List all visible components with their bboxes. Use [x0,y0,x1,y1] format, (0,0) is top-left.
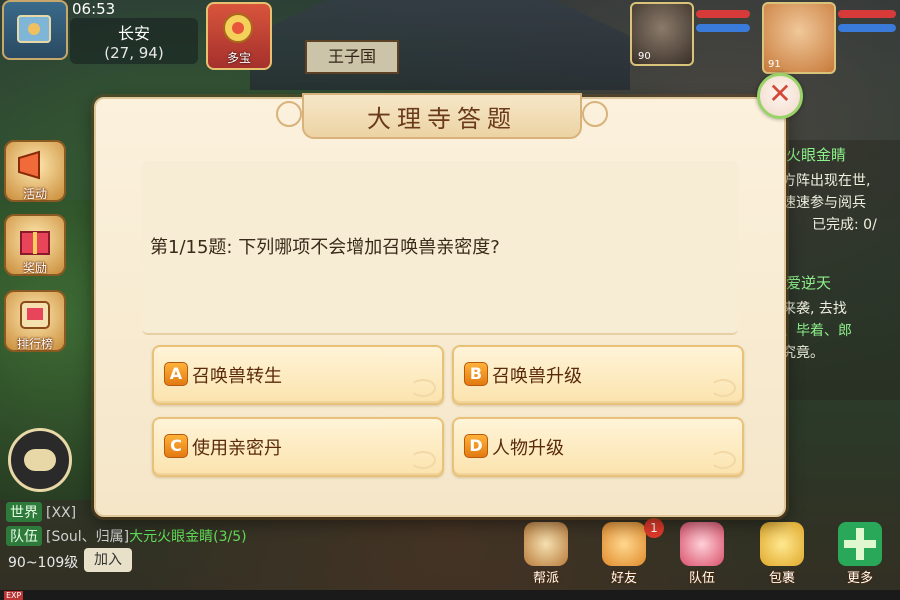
task2-title: 爱逆天 [786,274,832,292]
guild-icon [524,522,568,566]
pet-level: 90 [638,51,651,62]
task1-title: 火眼金睛 [786,146,847,164]
pet-mp-bar [696,24,750,32]
exp-label: EXP [4,591,24,600]
friends-icon [602,522,646,566]
reward-button[interactable]: 奖励 [4,214,66,276]
close-icon: ✕ [768,77,792,110]
task1-line2: 速速参与阅兵 [782,195,866,211]
exp-bar: EXP [0,590,900,600]
ranking-label: 排行榜 [16,337,53,351]
question-text: 第1/15题: 下列哪项不会增加召唤兽亲密度? [150,237,500,258]
option-a-button[interactable]: A 召唤兽转生 [152,345,444,405]
more-label: 更多 [846,571,873,586]
treasure-icon [223,13,253,43]
activity-label: 活动 [22,187,47,201]
title-ribbon: 大理寺答题 [276,93,608,139]
option-d-button[interactable]: D 人物升级 [452,417,744,477]
close-button[interactable]: ✕ [757,73,803,119]
task1-line3: 已完成: 0/ [812,217,877,233]
inventory-button[interactable]: 包裹 [752,522,812,586]
option-b-text: 召唤兽升级 [492,366,582,387]
level-range: 90~109级 [8,555,79,571]
team-icon [680,522,724,566]
swirl-decoration-icon [410,379,436,397]
pet-hp-bar [696,10,750,18]
world-map-button[interactable] [2,0,68,60]
team-message: [Soul、归属] [46,529,130,545]
swirl-decoration-icon [410,451,436,469]
option-b-button[interactable]: B 召唤兽升级 [452,345,744,405]
option-d-letter-icon: D [464,434,488,458]
task2-line2: 、毕着、郎 [782,323,852,339]
join-button[interactable]: 加入 [84,548,132,572]
gift-icon [20,231,50,255]
game-clock: 06:53 [72,0,116,18]
ranking-button[interactable]: 排行榜 [4,290,66,352]
location-panel[interactable]: 长安 (27, 94) [70,18,198,64]
task1-line1: 方阵出现在世, [782,173,871,189]
bag-icon [760,522,804,566]
team-button[interactable]: 队伍 [672,522,732,586]
question-panel: 第1/15题: 下列哪项不会增加召唤兽亲密度? [142,161,738,335]
option-c-button[interactable]: C 使用亲密丹 [152,417,444,477]
treasure-label: 多宝 [226,51,251,65]
hero-mp-bar [838,24,896,32]
more-button[interactable]: 更多 [830,522,890,586]
chat-line-world[interactable]: 世界 [XX] [6,502,76,522]
friends-notification-badge: 1 [644,518,664,538]
ranking-scroll-icon [20,301,50,329]
activity-button[interactable]: 活动 [4,140,66,202]
swirl-decoration-icon [710,451,736,469]
inventory-label: 包裹 [768,571,795,586]
chat-icon [24,449,56,471]
option-a-letter-icon: A [164,362,188,386]
option-a-text: 召唤兽转生 [192,366,282,387]
quiz-dialog: 大理寺答题 第1/15题: 下列哪项不会增加召唤兽亲密度? A 召唤兽转生 B … [94,93,786,517]
chat-button[interactable] [8,428,72,492]
task2-line1: 来袭, 去找 [782,301,847,317]
city-name: 长安 [117,24,150,43]
hero-level: 91 [768,59,781,70]
task-tracker-panel[interactable]: 火眼金睛 方阵出现在世, 速速参与阅兵 已完成: 0/ 爱逆天 来袭, 去找 、… [780,140,900,400]
map-icon [17,15,51,43]
option-b-letter-icon: B [464,362,488,386]
option-d-text: 人物升级 [492,438,564,459]
task2-line3: 究竟。 [782,345,824,361]
city-coordinates: (27, 94) [104,44,164,62]
pet-portrait[interactable]: 90 [630,2,694,66]
reward-label: 奖励 [22,261,47,275]
team-channel-tag: 队伍 [6,526,42,546]
hero-hp-bar [838,10,896,18]
option-c-text: 使用亲密丹 [192,438,282,459]
guild-label: 帮派 [532,571,559,586]
world-channel-tag: 世界 [6,502,42,522]
option-c-letter-icon: C [164,434,188,458]
guild-button[interactable]: 帮派 [516,522,576,586]
plus-icon [838,522,882,566]
team-message-highlight: 大元火眼金睛(3/5) [129,529,247,545]
world-message: [XX] [46,505,77,521]
hero-portrait[interactable]: 91 [762,2,836,74]
chat-line-team[interactable]: 队伍 [Soul、归属]大元火眼金睛(3/5) [6,526,247,546]
friends-label: 好友 [610,571,637,586]
swirl-decoration-icon [710,379,736,397]
team-label: 队伍 [688,571,715,586]
treasure-button[interactable]: 多宝 [206,2,272,70]
horn-icon [18,150,40,180]
quiz-title: 大理寺答题 [367,105,517,133]
